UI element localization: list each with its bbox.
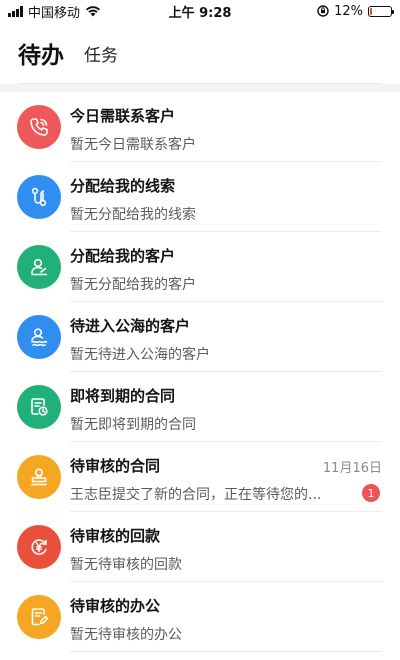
item-subtitle: 王志臣提交了新的合同，正在等待您的... <box>70 487 322 503</box>
item-avatar <box>17 315 61 359</box>
contract-clock-icon <box>31 398 48 416</box>
item-title: 待审核的合同 <box>70 457 161 475</box>
item-text: 待审核的合同 11月16日 王志臣提交了新的合同，正在等待您的... 1 <box>70 442 382 512</box>
unread-badge: 1 <box>362 484 380 502</box>
status-left: 中国移动 <box>8 2 101 21</box>
item-subtitle: 暂无待进入公海的客户 <box>70 347 210 363</box>
item-avatar <box>17 175 61 219</box>
item-text: 即将到期的合同 暂无即将到期的合同 <box>70 372 382 442</box>
item-subtitle: 暂无即将到期的合同 <box>70 417 196 433</box>
list-item-assigned-leads[interactable]: 分配给我的线索 暂无分配给我的线索 <box>0 162 400 232</box>
route-icon <box>31 187 47 207</box>
list-item-assigned-customers[interactable]: 分配给我的客户 暂无分配给我的客户 <box>0 232 400 302</box>
item-title: 待审核的回款 <box>70 527 161 545</box>
item-avatar <box>17 595 61 639</box>
stamp-icon <box>31 468 47 486</box>
header-divider <box>18 83 382 84</box>
list-item-pending-payment-review[interactable]: 待审核的回款 暂无待审核的回款 <box>0 512 400 582</box>
status-bar: 中国移动 上午 9:28 12% <box>0 0 400 22</box>
battery-percent: 12% <box>334 3 363 19</box>
wifi-icon <box>86 6 101 17</box>
item-subtitle: 暂无分配给我的线索 <box>70 207 196 223</box>
item-subtitle: 暂无待审核的回款 <box>70 557 182 573</box>
document-edit-icon <box>31 608 49 626</box>
list-item-contact-customers[interactable]: 今日需联系客户 暂无今日需联系客户 <box>0 92 400 162</box>
status-right: 12% <box>317 3 394 19</box>
list-item-pending-office-review[interactable]: 待审核的办公 暂无待审核的办公 <box>0 582 400 652</box>
item-text: 待审核的回款 暂无待审核的回款 <box>70 512 382 582</box>
signal-icon <box>8 5 23 17</box>
item-title: 即将到期的合同 <box>70 387 176 405</box>
header: 待办 任务 <box>0 22 400 84</box>
yen-refresh-icon <box>31 539 47 555</box>
list-item-expiring-contracts[interactable]: 即将到期的合同 暂无即将到期的合同 <box>0 372 400 442</box>
item-title: 分配给我的线索 <box>70 177 176 195</box>
item-text: 分配给我的客户 暂无分配给我的客户 <box>70 232 382 302</box>
tab-tasks[interactable]: 任务 <box>84 41 118 66</box>
item-avatar <box>17 525 61 569</box>
battery-fill <box>370 7 373 15</box>
todo-list: 今日需联系客户 暂无今日需联系客户 分配给我的线索 暂无分配给我的线索 分配给我… <box>0 92 400 660</box>
item-text: 今日需联系客户 暂无今日需联系客户 <box>70 92 382 162</box>
item-subtitle: 暂无今日需联系客户 <box>70 137 196 153</box>
user-sign-icon <box>31 258 48 276</box>
item-title: 分配给我的客户 <box>70 247 176 265</box>
item-title: 待进入公海的客户 <box>70 317 191 335</box>
item-subtitle: 暂无待审核的办公 <box>70 627 182 643</box>
item-date: 11月16日 <box>322 461 382 476</box>
item-text: 待审核的办公 暂无待审核的办公 <box>70 582 382 652</box>
item-text: 待进入公海的客户 暂无待进入公海的客户 <box>70 302 382 372</box>
item-avatar <box>17 455 61 499</box>
list-item-pending-public-pool[interactable]: 待进入公海的客户 暂无待进入公海的客户 <box>0 302 400 372</box>
item-title: 今日需联系客户 <box>70 107 176 125</box>
list-item-pending-contract-review[interactable]: 待审核的合同 11月16日 王志臣提交了新的合同，正在等待您的... 1 <box>0 442 400 512</box>
carrier-name: 中国移动 <box>28 5 81 21</box>
orientation-lock-icon <box>317 5 329 17</box>
item-subtitle: 暂无分配给我的客户 <box>70 277 196 293</box>
battery-icon <box>368 5 394 17</box>
tab-todo[interactable]: 待办 <box>18 36 64 70</box>
item-avatar <box>17 105 61 149</box>
phone-icon <box>30 118 48 136</box>
item-text: 分配给我的线索 暂无分配给我的线索 <box>70 162 382 232</box>
item-avatar <box>17 385 61 429</box>
item-avatar <box>17 245 61 289</box>
item-title: 待审核的办公 <box>70 597 161 615</box>
user-wave-icon <box>31 328 48 347</box>
